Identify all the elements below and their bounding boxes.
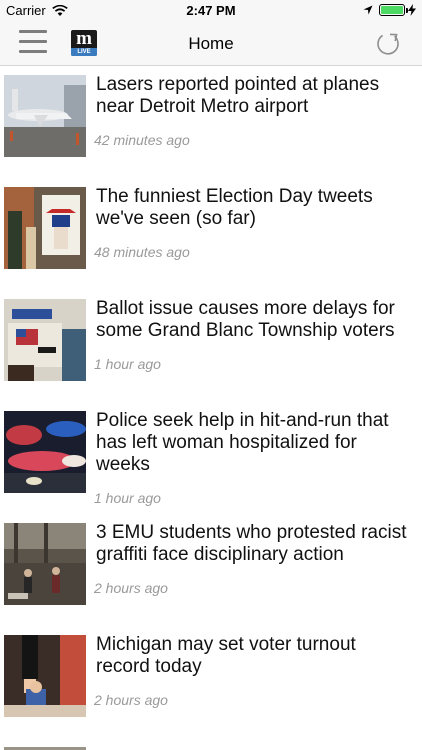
location-arrow-icon	[363, 5, 373, 15]
article-item[interactable]: Michigan may set voter turnout record to…	[0, 634, 422, 725]
article-timestamp: 42 minutes ago	[94, 132, 190, 148]
article-thumbnail[interactable]	[4, 635, 86, 717]
status-right	[363, 4, 416, 16]
article-item[interactable]: Ballot issue causes more delays for some…	[0, 298, 422, 389]
refresh-icon[interactable]	[374, 30, 402, 58]
article-timestamp: 2 hours ago	[94, 580, 168, 596]
article-thumbnail[interactable]	[4, 75, 86, 157]
article-thumbnail[interactable]	[4, 523, 86, 605]
article-item[interactable]: Police seek help in hit-and-run that has…	[0, 410, 422, 523]
article-headline[interactable]: 3 EMU students who protested racist graf…	[96, 522, 414, 566]
article-timestamp: 48 minutes ago	[94, 244, 190, 260]
article-headline[interactable]: Police seek help in hit-and-run that has…	[96, 410, 414, 476]
article-item[interactable]: The funniest Election Day tweets we've s…	[0, 186, 422, 277]
article-timestamp: 1 hour ago	[94, 490, 161, 506]
status-bar: Carrier 2:47 PM	[0, 0, 422, 22]
article-item[interactable]: 3 EMU students who protested racist graf…	[0, 522, 422, 613]
battery-icon	[379, 4, 408, 16]
nav-bar: m LIVE Home	[0, 22, 422, 66]
article-thumbnail[interactable]	[4, 299, 86, 381]
article-timestamp: 2 hours ago	[94, 692, 168, 708]
article-thumbnail[interactable]	[4, 187, 86, 269]
article-timestamp: 1 hour ago	[94, 356, 161, 372]
article-thumbnail[interactable]	[4, 411, 86, 493]
page-title: Home	[188, 34, 234, 53]
article-item[interactable]: Lasers reported pointed at planes near D…	[0, 74, 422, 165]
article-headline[interactable]: The funniest Election Day tweets we've s…	[96, 186, 414, 230]
article-headline[interactable]: Lasers reported pointed at planes near D…	[96, 74, 414, 118]
article-headline[interactable]: Ballot issue causes more delays for some…	[96, 298, 414, 342]
battery-level	[381, 6, 403, 14]
status-time: 2:47 PM	[186, 3, 236, 18]
article-headline[interactable]: Michigan may set voter turnout record to…	[96, 634, 414, 678]
charging-bolt-icon	[408, 4, 416, 16]
